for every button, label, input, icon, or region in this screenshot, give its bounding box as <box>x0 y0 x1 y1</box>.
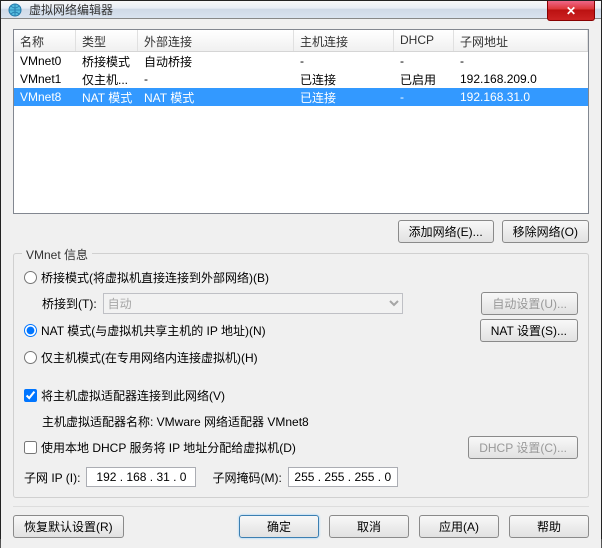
subnet-mask-label: 子网掩码(M): <box>212 469 281 486</box>
connect-adapter-row: 将主机虚拟适配器连接到此网络(V) <box>24 384 578 406</box>
subnet-ip-label: 子网 IP (I): <box>24 469 80 486</box>
use-dhcp-label[interactable]: 使用本地 DHCP 服务将 IP 地址分配给虚拟机(D) <box>24 439 296 456</box>
bridge-to-row: 桥接到(T): 自动 自动设置(U)... <box>24 292 578 315</box>
hostonly-radio-text: 仅主机模式(在专用网络内连接虚拟机)(H) <box>41 349 258 366</box>
network-table[interactable]: 名称 类型 外部连接 主机连接 DHCP 子网地址 VMnet0桥接模式自动桥接… <box>13 29 589 214</box>
table-cell: NAT 模式 <box>138 88 294 107</box>
table-cell: - <box>394 53 454 69</box>
table-cell: 桥接模式 <box>76 52 138 71</box>
table-cell: VMnet1 <box>14 71 76 87</box>
bottom-bar: 恢复默认设置(R) 确定 取消 应用(A) 帮助 <box>13 506 589 538</box>
close-button[interactable]: ✕ <box>547 1 595 21</box>
nat-radio-label[interactable]: NAT 模式(与虚拟机共享主机的 IP 地址)(N) <box>24 322 266 339</box>
table-row[interactable]: VMnet0桥接模式自动桥接--- <box>14 52 588 70</box>
table-cell: VMnet8 <box>14 89 76 105</box>
window-title: 虚拟网络编辑器 <box>29 1 113 18</box>
bridge-row: 桥接模式(将虚拟机直接连接到外部网络)(B) <box>24 266 578 288</box>
subnet-row: 子网 IP (I): 子网掩码(M): <box>24 467 578 487</box>
table-cell: - <box>394 89 454 105</box>
table-cell: 自动桥接 <box>138 52 294 71</box>
table-body: VMnet0桥接模式自动桥接---VMnet1仅主机...-已连接已启用192.… <box>14 52 588 106</box>
col-name[interactable]: 名称 <box>14 30 76 51</box>
hostonly-radio-label[interactable]: 仅主机模式(在专用网络内连接虚拟机)(H) <box>24 349 258 366</box>
window-frame: 虚拟网络编辑器 ✕ 名称 类型 外部连接 主机连接 DHCP 子网地址 VMne… <box>0 0 602 539</box>
table-cell: 192.168.31.0 <box>454 89 588 105</box>
hostonly-radio[interactable] <box>24 351 37 364</box>
bridge-radio[interactable] <box>24 271 37 284</box>
col-ext[interactable]: 外部连接 <box>138 30 294 51</box>
client-area: 名称 类型 外部连接 主机连接 DHCP 子网地址 VMnet0桥接模式自动桥接… <box>1 19 601 548</box>
table-cell: 已连接 <box>294 88 394 107</box>
bridge-radio-label[interactable]: 桥接模式(将虚拟机直接连接到外部网络)(B) <box>24 269 269 286</box>
subnet-mask-input[interactable] <box>288 467 398 487</box>
vmnet-info-group: VMnet 信息 桥接模式(将虚拟机直接连接到外部网络)(B) 桥接到(T): … <box>13 253 589 498</box>
table-header: 名称 类型 外部连接 主机连接 DHCP 子网地址 <box>14 30 588 52</box>
nat-radio[interactable] <box>24 324 37 337</box>
use-dhcp-text: 使用本地 DHCP 服务将 IP 地址分配给虚拟机(D) <box>41 439 296 456</box>
bridge-to-select[interactable]: 自动 <box>103 293 403 314</box>
table-cell: 已启用 <box>394 70 454 89</box>
subnet-ip-input[interactable] <box>86 467 196 487</box>
table-cell: VMnet0 <box>14 53 76 69</box>
bridge-radio-text: 桥接模式(将虚拟机直接连接到外部网络)(B) <box>41 269 269 286</box>
col-type[interactable]: 类型 <box>76 30 138 51</box>
restore-defaults-button[interactable]: 恢复默认设置(R) <box>13 515 124 538</box>
use-dhcp-checkbox[interactable] <box>24 441 37 454</box>
col-subnet[interactable]: 子网地址 <box>454 30 588 51</box>
adapter-name-label: 主机虚拟适配器名称: VMware 网络适配器 VMnet8 <box>42 413 309 430</box>
ok-button[interactable]: 确定 <box>239 515 319 538</box>
connect-adapter-checkbox[interactable] <box>24 389 37 402</box>
remove-network-button[interactable]: 移除网络(O) <box>502 220 589 243</box>
nat-row: NAT 模式(与虚拟机共享主机的 IP 地址)(N) NAT 设置(S)... <box>24 319 578 342</box>
table-cell: - <box>454 53 588 69</box>
apply-button[interactable]: 应用(A) <box>419 515 499 538</box>
table-cell: NAT 模式 <box>76 88 138 107</box>
table-cell: - <box>294 53 394 69</box>
dhcp-settings-button[interactable]: DHCP 设置(C)... <box>468 436 578 459</box>
auto-settings-button[interactable]: 自动设置(U)... <box>481 292 578 315</box>
nat-settings-button[interactable]: NAT 设置(S)... <box>480 319 578 342</box>
help-button[interactable]: 帮助 <box>509 515 589 538</box>
close-icon: ✕ <box>566 4 576 18</box>
table-cell: 仅主机... <box>76 70 138 89</box>
connect-adapter-label[interactable]: 将主机虚拟适配器连接到此网络(V) <box>24 387 225 404</box>
table-cell: 已连接 <box>294 70 394 89</box>
table-buttons: 添加网络(E)... 移除网络(O) <box>13 220 589 243</box>
table-cell: 192.168.209.0 <box>454 71 588 87</box>
table-row[interactable]: VMnet1仅主机...-已连接已启用192.168.209.0 <box>14 70 588 88</box>
col-host[interactable]: 主机连接 <box>294 30 394 51</box>
dhcp-row: 使用本地 DHCP 服务将 IP 地址分配给虚拟机(D) DHCP 设置(C).… <box>24 436 578 459</box>
nat-radio-text: NAT 模式(与虚拟机共享主机的 IP 地址)(N) <box>41 322 266 339</box>
table-cell: - <box>138 71 294 87</box>
app-icon <box>7 2 23 18</box>
col-dhcp[interactable]: DHCP <box>394 30 454 51</box>
hostonly-row: 仅主机模式(在专用网络内连接虚拟机)(H) <box>24 346 578 368</box>
group-title: VMnet 信息 <box>22 246 92 263</box>
add-network-button[interactable]: 添加网络(E)... <box>398 220 494 243</box>
bridge-to-label: 桥接到(T): <box>42 295 97 312</box>
titlebar[interactable]: 虚拟网络编辑器 ✕ <box>1 1 601 19</box>
connect-adapter-text: 将主机虚拟适配器连接到此网络(V) <box>41 387 225 404</box>
table-row[interactable]: VMnet8NAT 模式NAT 模式已连接-192.168.31.0 <box>14 88 588 106</box>
adapter-name-row: 主机虚拟适配器名称: VMware 网络适配器 VMnet8 <box>24 410 578 432</box>
cancel-button[interactable]: 取消 <box>329 515 409 538</box>
